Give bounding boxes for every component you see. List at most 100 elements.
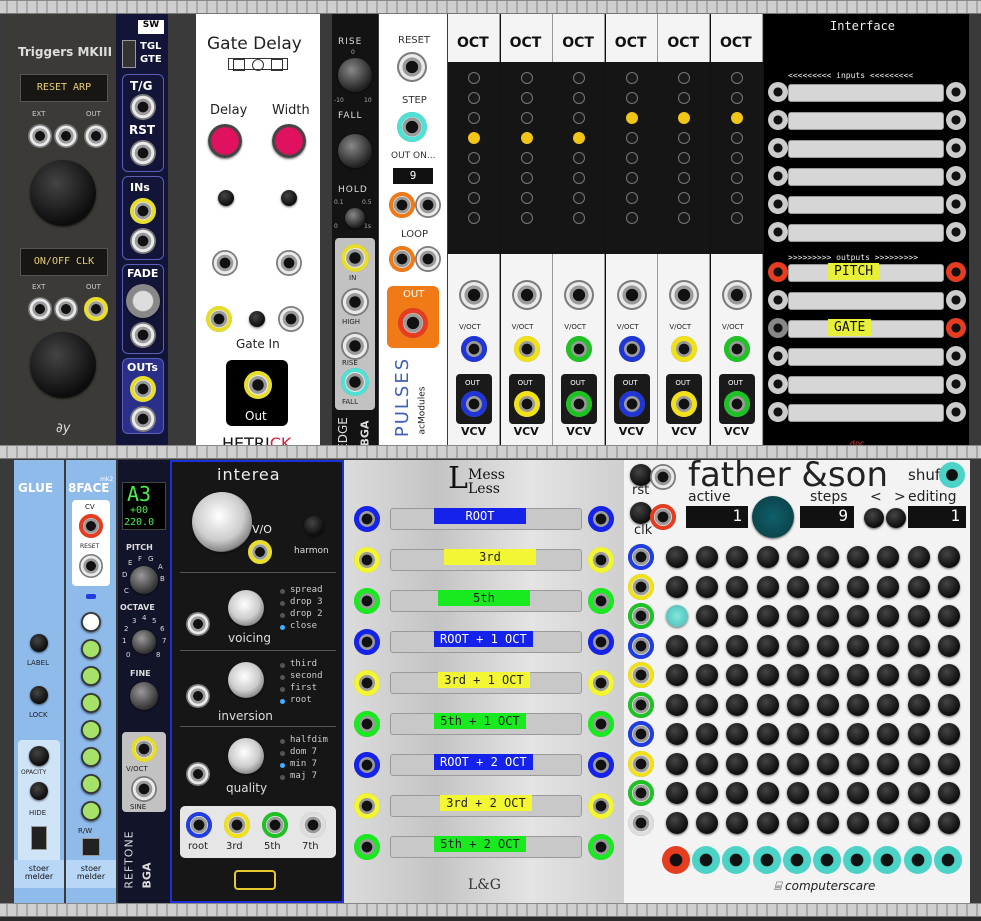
fs-cell-3-4[interactable]	[756, 605, 779, 627]
fs-cell-7-8[interactable]	[877, 723, 900, 745]
fs-cell-2-5[interactable]	[786, 575, 809, 598]
oct-voct-jack-2[interactable]	[513, 336, 540, 362]
fs-cell-10-9[interactable]	[907, 811, 930, 834]
voo-knob[interactable]	[192, 492, 252, 552]
fs-cell-9-10[interactable]	[937, 782, 960, 804]
active-knob[interactable]	[752, 496, 794, 538]
rise-knob[interactable]	[338, 58, 372, 92]
fs-cell-7-3[interactable]	[726, 723, 749, 745]
fs-cell-1-9[interactable]	[907, 546, 930, 568]
fs-cell-2-2[interactable]	[696, 575, 719, 598]
iface-right-jack-2[interactable]	[946, 110, 966, 130]
lessmess-in-jack-4[interactable]	[354, 629, 380, 655]
fs-cell-10-8[interactable]	[877, 811, 900, 834]
oct-in-jack-6[interactable]	[722, 280, 752, 310]
fs-bottom-jack-7[interactable]	[843, 846, 872, 874]
fs-left-jack-3[interactable]	[628, 603, 654, 629]
fs-cell-3-9[interactable]	[907, 605, 930, 627]
fs-bottom-jack-3[interactable]	[722, 846, 751, 874]
fade-jack[interactable]	[130, 322, 156, 348]
fs-cell-6-2[interactable]	[696, 693, 719, 716]
high-jack[interactable]	[341, 288, 369, 316]
fs-cell-1-10[interactable]	[937, 546, 960, 568]
iface-left-jack-6[interactable]	[768, 222, 788, 242]
8face-cv-jack[interactable]	[79, 514, 103, 538]
fs-cell-8-3[interactable]	[726, 752, 749, 775]
fs-cell-5-4[interactable]	[756, 664, 779, 686]
out-jack-a[interactable]	[130, 376, 156, 402]
voicing_opts-option-1[interactable]: spread	[290, 586, 323, 595]
fs-cell-9-9[interactable]	[907, 782, 930, 804]
fs-cell-4-3[interactable]	[726, 634, 749, 657]
trigger-big-button-2[interactable]	[30, 332, 96, 398]
oct-voct-jack-3[interactable]	[566, 336, 593, 362]
fs-left-jack-10[interactable]	[628, 809, 654, 836]
fs-cell-9-4[interactable]	[756, 782, 779, 804]
reset-arp-button[interactable]: RESET ARP	[20, 74, 108, 102]
iface-left-jack-11[interactable]	[768, 374, 788, 394]
fs-bottom-jack-4[interactable]	[752, 846, 781, 874]
delay-cv-knob[interactable]	[218, 190, 234, 206]
fs-cell-6-7[interactable]	[847, 693, 870, 716]
fs-cell-3-6[interactable]	[817, 605, 839, 627]
lessmess-in-jack-5[interactable]	[354, 670, 380, 696]
fs-cell-6-9[interactable]	[907, 693, 930, 716]
iface-right-jack-9[interactable]	[946, 318, 966, 338]
iface-left-jack-3[interactable]	[768, 138, 788, 158]
lessmess-out-jack-6[interactable]	[588, 711, 614, 737]
pitch-knob[interactable]	[130, 566, 158, 594]
fs-cell-4-10[interactable]	[937, 634, 960, 657]
iface-left-jack-1[interactable]	[768, 82, 788, 102]
rst-jack[interactable]	[650, 464, 676, 490]
fs-cell-1-4[interactable]	[756, 546, 779, 568]
fs-cell-2-8[interactable]	[877, 575, 900, 598]
fs-cell-4-2[interactable]	[696, 634, 719, 657]
quality-knob[interactable]	[228, 738, 264, 774]
fs-cell-8-2[interactable]	[696, 752, 719, 775]
fs-cell-7-6[interactable]	[817, 723, 839, 745]
oct-out-jack-4[interactable]	[618, 391, 645, 417]
rise-out-jack[interactable]	[341, 332, 369, 360]
fs-bottom-jack-9[interactable]	[903, 846, 932, 874]
fs-cell-8-4[interactable]	[756, 752, 779, 775]
ext-jack-2a[interactable]	[28, 297, 52, 321]
tg-jack[interactable]	[130, 94, 156, 120]
fs-cell-8-8[interactable]	[877, 752, 900, 775]
lessmess-out-jack-4[interactable]	[588, 629, 614, 655]
inversion-jack[interactable]	[186, 684, 210, 708]
fs-cell-7-4[interactable]	[756, 723, 779, 745]
quality-jack[interactable]	[186, 762, 210, 786]
fs-cell-7-9[interactable]	[907, 723, 930, 745]
in-jack-2[interactable]	[130, 228, 156, 254]
oct-out-jack-1[interactable]	[461, 391, 487, 417]
8face-slot-button-7[interactable]	[81, 774, 101, 794]
lessmess-in-jack-1[interactable]	[354, 506, 380, 532]
fs-cell-7-2[interactable]	[696, 723, 719, 745]
fs-cell-5-3[interactable]	[726, 664, 749, 686]
fs-cell-7-5[interactable]	[786, 723, 809, 745]
fs-cell-2-4[interactable]	[756, 575, 779, 598]
in-jack[interactable]	[341, 244, 369, 272]
iface-right-jack-11[interactable]	[946, 374, 966, 394]
fs-cell-3-3[interactable]	[726, 605, 749, 627]
fs-cell-5-8[interactable]	[877, 664, 900, 686]
fs-cell-3-1[interactable]	[666, 605, 688, 627]
voicing_opts-option-4[interactable]: close	[290, 622, 317, 631]
fs-cell-5-2[interactable]	[696, 664, 719, 686]
fs-cell-1-2[interactable]	[696, 546, 719, 568]
width-cv-jack[interactable]	[276, 250, 302, 276]
iface-right-jack-3[interactable]	[946, 138, 966, 158]
lessmess-out-jack-9[interactable]	[588, 834, 614, 860]
lessmess-in-jack-3[interactable]	[354, 588, 380, 614]
loop-jack-a[interactable]	[389, 246, 415, 272]
8face-slot-button-3[interactable]	[81, 666, 101, 686]
opacity-knob[interactable]	[29, 746, 49, 766]
fall-out-jack[interactable]	[341, 368, 369, 396]
iface-left-jack-8[interactable]	[768, 290, 788, 310]
lessmess-out-jack-1[interactable]	[588, 506, 614, 532]
voicing_opts-option-3[interactable]: drop 2	[290, 610, 323, 619]
iface-left-jack-10[interactable]	[768, 346, 788, 366]
out-jack-2[interactable]	[84, 297, 108, 321]
oct-in-jack-3[interactable]	[564, 280, 595, 310]
iface-right-jack-6[interactable]	[946, 222, 966, 242]
